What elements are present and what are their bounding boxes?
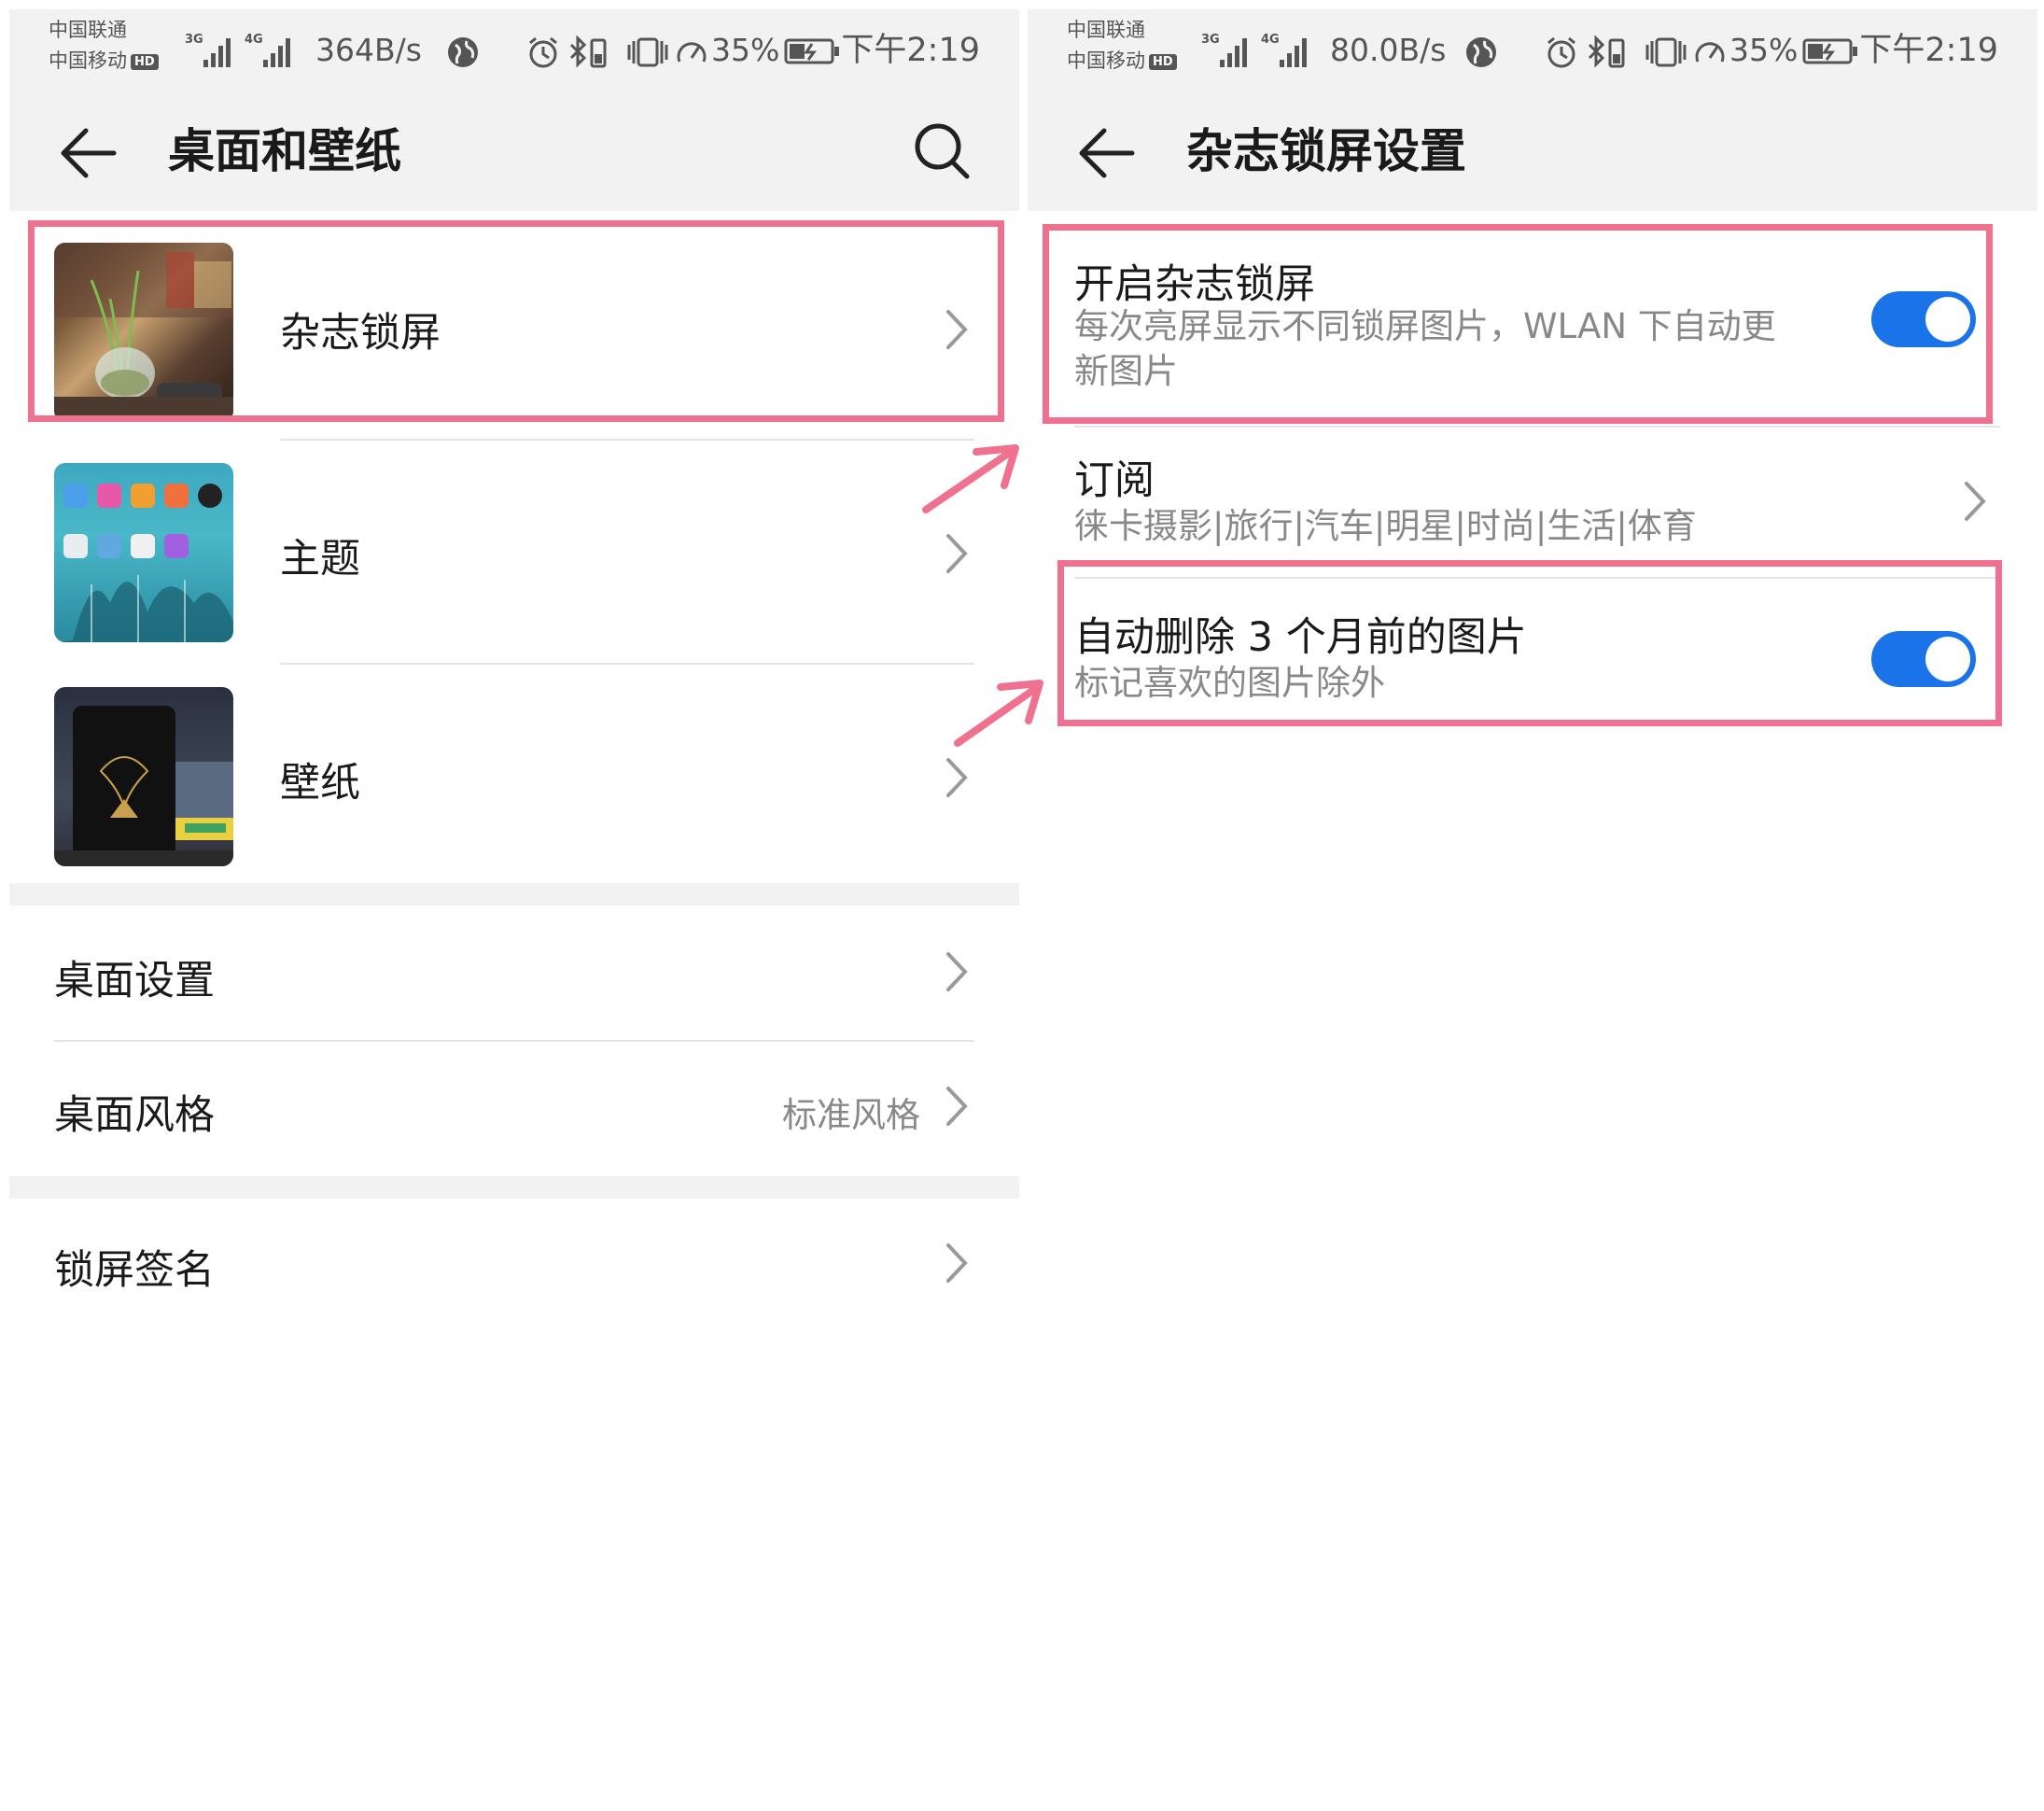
setting-subtitle: 标记喜欢的图片除外 xyxy=(1074,663,1385,703)
setting-auto-delete: 自动删除 3 个月前的图片 标记喜欢的图片除外 xyxy=(1028,579,2037,728)
carrier-info: 中国联通 中国移动 HD xyxy=(49,15,159,77)
toggle-knob xyxy=(1925,637,1970,681)
back-arrow-icon[interactable] xyxy=(58,125,118,181)
setting-title: 自动删除 3 个月前的图片 xyxy=(1074,614,1527,661)
carrier-1: 中国联通 xyxy=(49,19,127,41)
section-gap xyxy=(9,883,1019,906)
chevron-right-icon xyxy=(1965,482,1986,521)
svg-text:4G: 4G xyxy=(245,33,263,47)
speed-gauge-icon xyxy=(1695,42,1725,63)
setting-title: 订阅 xyxy=(1074,457,1155,504)
network-speed: 364B/s xyxy=(315,32,422,68)
bluetooth-battery-icon xyxy=(1588,35,1625,68)
vibrate-icon xyxy=(1645,37,1687,67)
signal-3g-icon: 3G xyxy=(1201,33,1247,67)
desktop-wallpaper-screen: 中国联通 中国移动 HD 3G 4G 364B/s 35% 下午2:19 桌面和… xyxy=(9,9,1019,1811)
hd-badge: HD xyxy=(131,53,159,70)
list-item-desktop-settings[interactable]: 桌面设置 xyxy=(9,906,1019,1038)
desktop-style-value: 标准风格 xyxy=(782,1095,920,1135)
divider xyxy=(280,663,974,665)
carrier-1: 中国联通 xyxy=(1067,19,1145,41)
chevron-right-icon xyxy=(946,534,968,573)
theme-thumbnail xyxy=(54,463,233,642)
battery-charging-icon xyxy=(784,38,839,64)
list-item-label: 锁屏签名 xyxy=(54,1247,215,1294)
enable-magazine-lockscreen-toggle[interactable] xyxy=(1871,291,1976,347)
magazine-lockscreen-thumbnail xyxy=(54,243,233,422)
setting-subtitle-line1: 每次亮屏显示不同锁屏图片，WLAN 下自动更 xyxy=(1074,306,1776,346)
list-item-theme[interactable]: 主题 xyxy=(9,454,1019,653)
carrier-2: 中国移动 xyxy=(1067,49,1145,72)
list-item-magazine-lockscreen[interactable]: 杂志锁屏 xyxy=(9,230,1019,429)
list-item-label: 主题 xyxy=(280,536,360,583)
wallpaper-thumbnail xyxy=(54,687,233,866)
app-bar: 杂志锁屏设置 xyxy=(1028,91,2037,211)
carrier-2: 中国移动 xyxy=(49,49,127,72)
divider xyxy=(280,439,974,441)
app-bar: 桌面和壁纸 xyxy=(9,91,1019,211)
list-item-label: 壁纸 xyxy=(280,760,360,807)
network-speed: 80.0B/s xyxy=(1330,32,1447,68)
battery-charging-icon xyxy=(1802,38,1857,64)
list-item-lockscreen-signature[interactable]: 锁屏签名 xyxy=(9,1199,1019,1333)
signal-3g-icon: 3G xyxy=(185,33,231,67)
vpn-globe-icon xyxy=(448,37,478,67)
back-arrow-icon[interactable] xyxy=(1076,125,1136,181)
list-item-wallpaper[interactable]: 壁纸 xyxy=(9,678,1019,877)
vpn-globe-icon xyxy=(1466,37,1496,67)
magazine-lockscreen-settings-screen: 中国联通 中国移动 HD 3G 4G 80.0B/s 35% 下午2:19 杂志… xyxy=(1028,9,2037,1811)
hd-badge: HD xyxy=(1149,53,1177,70)
alarm-icon xyxy=(1547,36,1575,68)
setting-subtitle-line2: 新图片 xyxy=(1074,351,1178,391)
svg-text:3G: 3G xyxy=(185,33,203,47)
section-gap xyxy=(9,1176,1019,1199)
carrier-info: 中国联通 中国移动 HD xyxy=(1067,15,1177,77)
speed-gauge-icon xyxy=(677,42,707,63)
chevron-right-icon xyxy=(946,310,968,349)
chevron-right-icon xyxy=(946,1243,968,1283)
chevron-right-icon xyxy=(946,758,968,797)
bluetooth-battery-icon xyxy=(569,35,607,68)
setting-enable-magazine-lockscreen: 开启杂志锁屏 每次亮屏显示不同锁屏图片，WLAN 下自动更 新图片 xyxy=(1028,230,2037,426)
list-item-label: 桌面风格 xyxy=(54,1092,215,1139)
auto-delete-toggle[interactable] xyxy=(1871,631,1976,687)
battery-percent: 35% xyxy=(711,32,780,68)
page-title: 杂志锁屏设置 xyxy=(1186,124,1466,178)
setting-title: 开启杂志锁屏 xyxy=(1074,261,1315,308)
clock: 下午2:19 xyxy=(1859,32,1998,69)
status-bar: 中国联通 中国移动 HD 3G 4G 364B/s 35% 下午2:19 xyxy=(9,9,1019,91)
chevron-right-icon xyxy=(946,952,968,991)
signal-4g-icon: 4G xyxy=(1261,33,1307,67)
svg-text:3G: 3G xyxy=(1201,33,1220,47)
list-item-label: 杂志锁屏 xyxy=(280,310,441,357)
setting-subscribe[interactable]: 订阅 徕卡摄影|旅行|汽车|明星|时尚|生活|体育 xyxy=(1028,428,2037,577)
clock: 下午2:19 xyxy=(841,32,980,69)
svg-text:4G: 4G xyxy=(1261,33,1280,47)
toggle-knob xyxy=(1925,297,1970,342)
signal-4g-icon: 4G xyxy=(245,33,290,67)
setting-subtitle: 徕卡摄影|旅行|汽车|明星|时尚|生活|体育 xyxy=(1074,506,1697,546)
search-icon[interactable] xyxy=(913,121,971,181)
page-title: 桌面和壁纸 xyxy=(168,124,401,178)
status-bar: 中国联通 中国移动 HD 3G 4G 80.0B/s 35% 下午2:19 xyxy=(1028,9,2037,91)
list-item-label: 桌面设置 xyxy=(54,958,215,1004)
alarm-icon xyxy=(529,36,557,68)
list-item-desktop-style[interactable]: 桌面风格 标准风格 xyxy=(9,1042,1019,1174)
battery-percent: 35% xyxy=(1729,32,1799,68)
chevron-right-icon xyxy=(946,1087,968,1126)
vibrate-icon xyxy=(627,37,668,67)
